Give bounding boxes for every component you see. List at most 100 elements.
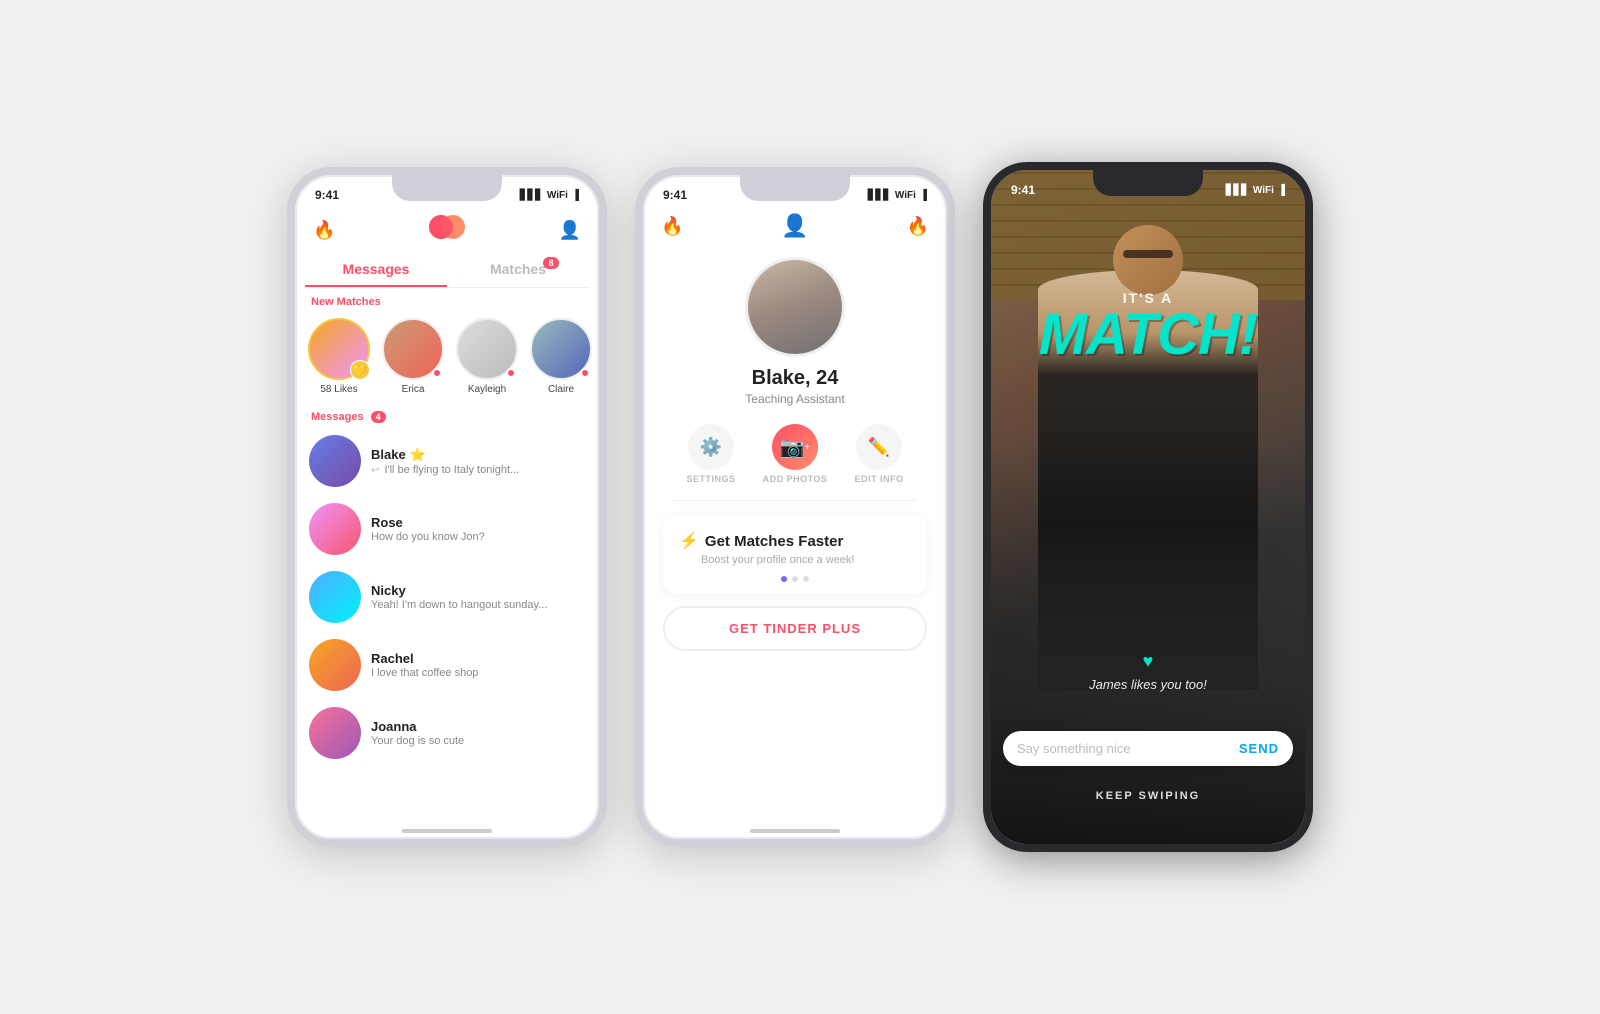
- flame-nav-icon-2[interactable]: 🔥: [661, 216, 683, 237]
- boost-subtitle: Boost your profile once a week!: [701, 554, 911, 566]
- notch-3: [1093, 170, 1203, 196]
- rachel-preview: I love that coffee shop: [371, 667, 585, 679]
- claire-avatar-wrap: [530, 318, 592, 380]
- profile-name: Blake, 24: [663, 367, 927, 390]
- nicky-preview: Yeah! I'm down to hangout sunday...: [371, 599, 585, 611]
- blake-name: Blake ⭐: [371, 447, 585, 463]
- convo-blake[interactable]: Blake ⭐ ↩ I'll be flying to Italy tonigh…: [295, 427, 599, 495]
- boost-card: ⚡ Get Matches Faster Boost your profile …: [663, 515, 927, 594]
- edit-info-action[interactable]: ✏️ EDIT INFO: [854, 424, 903, 484]
- tabs: Messages Matches 8: [305, 253, 589, 288]
- rachel-name: Rachel: [371, 651, 585, 666]
- lightning-icon: ⚡: [679, 531, 699, 551]
- notch: [392, 175, 502, 201]
- nicky-info: Nicky Yeah! I'm down to hangout sunday..…: [371, 583, 585, 611]
- home-indicator-2: [750, 829, 840, 833]
- gold-heart-icon: 💛: [350, 360, 370, 380]
- chat-logo: [427, 213, 467, 247]
- reply-arrow: ↩: [371, 465, 379, 476]
- match-text: MATCH!: [991, 306, 1305, 364]
- battery-icon-2: ▐: [920, 190, 927, 201]
- sunglasses: [1123, 250, 1173, 258]
- rose-preview: How do you know Jon?: [371, 531, 585, 543]
- rose-name: Rose: [371, 515, 585, 530]
- message-placeholder[interactable]: Say something nice: [1017, 741, 1239, 756]
- settings-label: SETTINGS: [687, 474, 736, 484]
- matches-row[interactable]: 💛 58 Likes Erica Kayleigh: [295, 312, 599, 403]
- convo-joanna[interactable]: Joanna Your dog is so cute: [295, 699, 599, 767]
- person-nav-icon: 👤: [781, 213, 808, 239]
- erica-online-dot: [432, 368, 442, 378]
- kayleigh-avatar-wrap: [456, 318, 518, 380]
- send-button[interactable]: SEND: [1239, 741, 1279, 756]
- carousel-dots: [679, 576, 911, 582]
- profile-pic-area: [643, 257, 947, 357]
- dot-1: [781, 576, 787, 582]
- nicky-avatar: [309, 571, 361, 623]
- kayleigh-match-item[interactable]: Kayleigh: [455, 318, 519, 395]
- phone2-content: 🔥 👤 🔥 Blake, 24 Teaching Assistant ⚙️ SE…: [643, 207, 947, 839]
- status-icons-1: ▋▋▋ WiFi ▐: [520, 190, 579, 201]
- rachel-info: Rachel I love that coffee shop: [371, 651, 585, 679]
- dot-2: [792, 576, 798, 582]
- profile-nav-icon[interactable]: 👤: [559, 220, 581, 241]
- get-tinder-plus-button[interactable]: GET TINDER PLUS: [663, 606, 927, 651]
- likes-count: 58 Likes: [320, 384, 357, 395]
- add-photos-action[interactable]: 📷+ ADD PHOTOS: [763, 424, 828, 484]
- status-icons-2: ▋▋▋ WiFi ▐: [868, 190, 927, 201]
- kayleigh-online-dot: [506, 368, 516, 378]
- signal-icon-3: ▋▋▋: [1226, 185, 1249, 196]
- convo-nicky[interactable]: Nicky Yeah! I'm down to hangout sunday..…: [295, 563, 599, 631]
- nav-bar-1: 🔥 👤: [295, 207, 599, 253]
- blake-info: Blake ⭐ ↩ I'll be flying to Italy tonigh…: [371, 447, 585, 476]
- profile-photo[interactable]: [745, 257, 845, 357]
- gradient-overlay: [991, 440, 1305, 844]
- kayleigh-name: Kayleigh: [468, 384, 506, 395]
- tab-messages[interactable]: Messages: [305, 253, 447, 287]
- erica-name: Erica: [402, 384, 425, 395]
- convo-rachel[interactable]: Rachel I love that coffee shop: [295, 631, 599, 699]
- camera-icon: 📷+: [772, 424, 818, 470]
- conversation-list: Blake ⭐ ↩ I'll be flying to Italy tonigh…: [295, 427, 599, 767]
- erica-match-item[interactable]: Erica: [381, 318, 445, 395]
- profile-photo-inner: [748, 260, 842, 354]
- nicky-name: Nicky: [371, 583, 585, 598]
- time-1: 9:41: [315, 188, 339, 202]
- profile-job: Teaching Assistant: [663, 392, 927, 406]
- joanna-avatar: [309, 707, 361, 759]
- likes-match-item[interactable]: 💛 58 Likes: [307, 318, 371, 395]
- boost-title: ⚡ Get Matches Faster: [679, 531, 911, 551]
- wifi-icon-3: WiFi: [1253, 185, 1274, 196]
- claire-online-dot: [580, 368, 590, 378]
- joanna-info: Joanna Your dog is so cute: [371, 719, 585, 747]
- battery-icon-3: ▐: [1278, 185, 1285, 196]
- tinder-nav-icon-2[interactable]: 🔥: [907, 216, 929, 237]
- claire-name: Claire: [548, 384, 574, 395]
- settings-icon: ⚙️: [688, 424, 734, 470]
- tab-matches[interactable]: Matches 8: [447, 253, 589, 287]
- rose-avatar: [309, 503, 361, 555]
- time-2: 9:41: [663, 188, 687, 202]
- phone-messages: 9:41 ▋▋▋ WiFi ▐ 🔥 👤 Messages: [287, 167, 607, 847]
- battery-icon: ▐: [572, 190, 579, 201]
- add-photos-label: ADD PHOTOS: [763, 474, 828, 484]
- keep-swiping-button[interactable]: KEEP SWIPING: [991, 790, 1305, 802]
- flame-nav-icon[interactable]: 🔥: [313, 220, 335, 241]
- claire-match-item[interactable]: Claire: [529, 318, 593, 395]
- blake-preview: ↩ I'll be flying to Italy tonight...: [371, 464, 585, 476]
- profile-text: Blake, 24 Teaching Assistant ⚙️ SETTINGS…: [643, 367, 947, 651]
- blake-avatar: [309, 435, 361, 487]
- convo-rose[interactable]: Rose How do you know Jon?: [295, 495, 599, 563]
- dot-3: [803, 576, 809, 582]
- wifi-icon-2: WiFi: [895, 190, 916, 201]
- erica-avatar-wrap: [382, 318, 444, 380]
- heart-icon: ♥: [991, 651, 1305, 672]
- time-3: 9:41: [1011, 183, 1035, 197]
- messages-header: Messages 4: [295, 403, 599, 427]
- phone1-content: 🔥 👤 Messages Matches 8 New Matches: [295, 207, 599, 839]
- person-head: [1113, 225, 1183, 295]
- settings-action[interactable]: ⚙️ SETTINGS: [687, 424, 736, 484]
- edit-label: EDIT INFO: [854, 474, 903, 484]
- james-text: James likes you too!: [1089, 677, 1207, 692]
- signal-icon-2: ▋▋▋: [868, 190, 891, 201]
